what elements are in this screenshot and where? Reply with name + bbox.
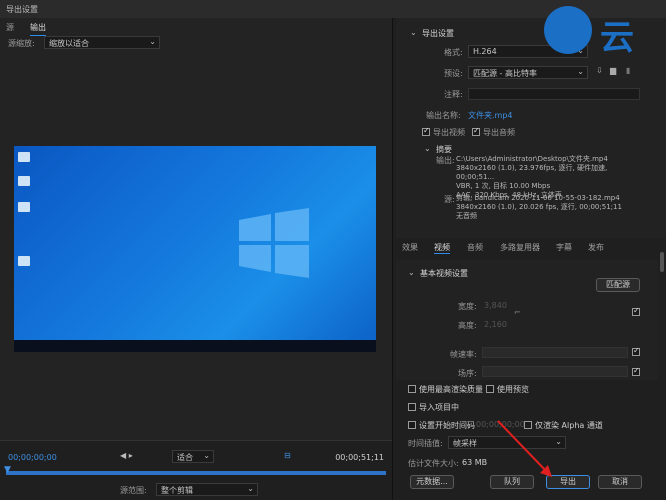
use-previews-label: 使用预览 — [497, 385, 529, 394]
source-range-label: 源范围: — [120, 486, 147, 495]
clip-icon[interactable]: ⊟ — [284, 451, 291, 460]
height-label: 高度: — [458, 321, 477, 330]
format-value: H.264 — [473, 47, 497, 56]
format-label: 格式: — [444, 48, 463, 57]
source-range-select[interactable]: 整个剪辑 ⌄ — [156, 483, 258, 496]
source-range-value: 整个剪辑 — [161, 486, 193, 495]
export-video-checkbox[interactable] — [422, 126, 430, 136]
field-order-select[interactable] — [482, 366, 628, 377]
watermark-logo: 云 — [540, 0, 666, 58]
import-project-checkbox[interactable] — [408, 403, 416, 411]
time-interp-value: 帧采样 — [453, 439, 477, 448]
logo-circle-icon — [544, 6, 592, 54]
basic-video-title: 基本视频设置 — [420, 269, 468, 278]
desktop-icon — [18, 256, 30, 266]
expand-icon[interactable]: ⌄ — [424, 144, 431, 153]
start-timecode[interactable]: 00;00;00;00 — [8, 453, 57, 462]
expand-icon[interactable]: ⌄ — [408, 268, 415, 277]
chevron-down-icon: ⌄ — [577, 67, 584, 76]
frame-rate-label: 帧速率: — [450, 350, 477, 359]
start-timecode-label: 设置开始时间码 — [419, 421, 475, 430]
field-order-label: 场序: — [458, 369, 477, 378]
tab-source[interactable]: 源 — [6, 22, 14, 33]
timeline: 00;00;00;00 ◀ ▸ 适合 ⌄ ⊟ 00;00;51;11 ▼ 源范围… — [0, 440, 392, 500]
mark-in-icon[interactable]: ◀ ▸ — [120, 451, 133, 460]
cancel-button[interactable]: 取消 — [598, 475, 642, 489]
source-line: 3840x2160 (1.0), 20.026 fps, 逐行, 00;00;5… — [456, 203, 622, 211]
match-field-order-checkbox[interactable] — [632, 366, 640, 376]
end-timecode: 00;00;51;11 — [335, 453, 384, 462]
taskbar — [14, 340, 376, 352]
expand-icon[interactable]: ⌄ — [410, 28, 417, 37]
link-icon[interactable]: ⌐ — [514, 308, 521, 317]
fit-select[interactable]: 适合 ⌄ — [172, 450, 214, 463]
output-name-link[interactable]: 文件夹.mp4 — [468, 110, 513, 121]
max-quality-label: 使用最高渲染质量 — [419, 385, 483, 394]
output-name-label: 输出名称: — [426, 111, 461, 120]
start-timecode-checkbox[interactable] — [408, 421, 416, 429]
comments-input[interactable] — [468, 88, 640, 100]
match-source-button[interactable]: 匹配源 — [596, 278, 640, 292]
width-label: 宽度: — [458, 302, 477, 311]
output-line: 3840x2160 (1.0), 23.976fps, 逐行, 硬件加速, 00… — [456, 164, 608, 181]
tab-audio[interactable]: 音频 — [467, 242, 483, 253]
est-size-label: 估计文件大小: — [408, 459, 459, 468]
annotation-arrow-icon — [497, 420, 552, 477]
preset-select[interactable]: 匹配源 - 高比特率 ⌄ — [468, 66, 588, 79]
match-size-checkbox[interactable] — [632, 306, 640, 316]
source-label: 源: — [444, 195, 455, 204]
output-line: C:\Users\Administrator\Desktop\文件夹.mp4 — [456, 155, 608, 163]
source-line: 无音频 — [456, 212, 477, 220]
fit-value: 适合 — [177, 453, 193, 462]
tab-captions[interactable]: 字幕 — [556, 242, 572, 253]
export-audio-checkbox[interactable] — [472, 126, 480, 136]
source-scaling-label: 源缩放: — [8, 39, 35, 48]
export-video-label: 导出视频 — [433, 128, 465, 137]
tab-output[interactable]: 输出 — [30, 22, 46, 36]
source-scaling-select[interactable]: 缩放以适合 ⌄ — [44, 36, 160, 49]
preset-value: 匹配源 - 高比特率 — [473, 69, 537, 78]
logo-text: 云 — [600, 18, 634, 58]
scrollbar[interactable] — [660, 252, 664, 272]
export-settings-title: 导出设置 — [422, 29, 454, 38]
chevron-down-icon: ⌄ — [247, 484, 254, 493]
height-value[interactable]: 2,160 — [484, 320, 507, 329]
output-label: 输出: — [436, 156, 455, 165]
windows-logo-icon — [239, 208, 309, 278]
save-preset-icon[interactable]: ⇩ — [596, 66, 603, 75]
tab-effects[interactable]: 效果 — [402, 242, 418, 253]
source-summary: 剪辑, bandicam 2020-11-06 10-55-03-182.mp4… — [456, 194, 636, 221]
chevron-down-icon: ⌄ — [203, 451, 210, 460]
use-previews-checkbox[interactable] — [486, 385, 494, 393]
comments-label: 注释: — [444, 90, 463, 99]
desktop-icon — [18, 176, 30, 186]
chevron-down-icon: ⌄ — [149, 37, 156, 46]
playhead-icon[interactable]: ▼ — [4, 465, 11, 475]
basic-video-section: ⌄ 基本视频设置 匹配源 宽度: 3,840 高度: 2,160 ⌐ 帧速率: … — [396, 260, 658, 380]
export-audio-label: 导出音频 — [483, 128, 515, 137]
desktop-icon — [18, 152, 30, 162]
import-preset-icon[interactable]: ▆ — [610, 66, 616, 75]
summary-title: 摘要 — [436, 145, 452, 154]
time-interp-label: 时间插值: — [408, 439, 443, 448]
tab-video[interactable]: 视频 — [434, 242, 450, 254]
video-preview — [14, 146, 376, 352]
preset-label: 预设: — [444, 69, 463, 78]
trash-icon[interactable]: ▮ — [626, 66, 630, 75]
metadata-button[interactable]: 元数据... — [410, 475, 454, 489]
est-size-value: 63 MB — [462, 458, 488, 467]
width-value[interactable]: 3,840 — [484, 301, 507, 310]
desktop-icon — [18, 202, 30, 212]
timeline-track[interactable] — [6, 471, 386, 475]
max-quality-checkbox[interactable] — [408, 385, 416, 393]
source-scaling-value: 缩放以适合 — [49, 39, 89, 48]
tab-multiplexer[interactable]: 多路复用器 — [500, 242, 540, 253]
import-project-label: 导入项目中 — [419, 403, 459, 412]
source-line: 剪辑, bandicam 2020-11-06 10-55-03-182.mp4 — [456, 194, 620, 202]
match-frame-rate-checkbox[interactable] — [632, 346, 640, 356]
frame-rate-select[interactable] — [482, 347, 628, 358]
output-line: VBR, 1 次, 目标 10.00 Mbps — [456, 182, 551, 190]
tab-publish[interactable]: 发布 — [588, 242, 604, 253]
